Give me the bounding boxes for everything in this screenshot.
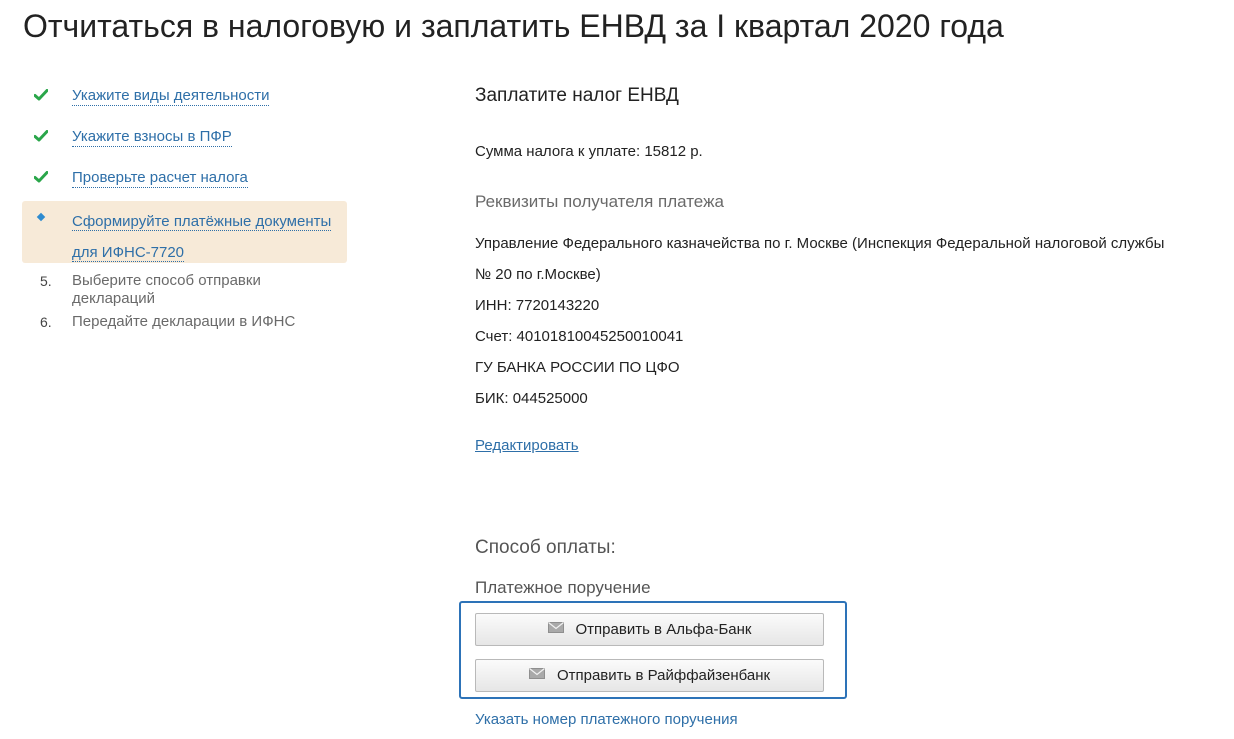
step-link-tax-check[interactable]: Проверьте расчет налога (72, 169, 248, 188)
recipient-line-1: Управление Федерального казначейства по … (475, 235, 1165, 252)
send-raiffeisen-label: Отправить в Райффайзенбанк (556, 667, 771, 684)
steps-list: Укажите виды деятельности Укажите взносы… (22, 78, 347, 345)
check-icon (34, 89, 48, 101)
step-6: 6. Передайте декларации в ИФНС (22, 304, 347, 345)
tax-sum: Сумма налога к уплате: 15812 р. (475, 143, 703, 160)
bik-value: БИК: 044525000 (475, 390, 588, 407)
order-number-link[interactable]: Указать номер платежного поручения (475, 711, 738, 728)
section-title: Заплатите налог ЕНВД (475, 85, 679, 106)
page-title: Отчитаться в налоговую и заплатить ЕНВД … (23, 8, 1004, 44)
step-link-activities[interactable]: Укажите виды деятельности (72, 87, 270, 106)
requisites-heading: Реквизиты получателя платежа (475, 192, 724, 211)
envelope-icon (528, 668, 545, 679)
edit-link[interactable]: Редактировать (475, 437, 579, 454)
send-alfa-bank-label: Отправить в Альфа-Банк (575, 621, 752, 638)
account-value: Счет: 40101810045250010041 (475, 328, 684, 345)
check-icon (34, 171, 48, 183)
bank-name: ГУ БАНКА РОССИИ ПО ЦФО (475, 359, 680, 376)
step-link-pfr[interactable]: Укажите взносы в ПФР (72, 128, 232, 147)
step-number: 5. (40, 273, 52, 289)
envelope-icon (547, 622, 564, 633)
step-2: Укажите взносы в ПФР (22, 119, 347, 160)
payment-method-heading: Способ оплаты: (475, 537, 616, 558)
step-label-send-method: Выберите способ отправки деклараций (72, 272, 261, 307)
step-3: Проверьте расчет налога (22, 160, 347, 201)
step-5: 5. Выберите способ отправки деклараций (22, 263, 347, 307)
step-link-payment-docs-line2[interactable]: для ИФНС-7720 (72, 244, 185, 262)
payment-order-label: Платежное поручение (475, 578, 651, 597)
step-label-transfer: Передайте декларации в ИФНС (72, 313, 296, 330)
step-link-payment-docs-wrap: Сформируйте платёжные документы для ИФНС… (72, 206, 342, 268)
check-icon (34, 130, 48, 142)
step-number: 6. (40, 314, 52, 330)
diamond-icon (36, 212, 46, 222)
requisites-block: Управление Федерального казначейства по … (475, 228, 1230, 414)
recipient-line-2: № 20 по г.Москве) (475, 266, 601, 283)
step-1: Укажите виды деятельности (22, 78, 347, 119)
inn-value: ИНН: 7720143220 (475, 297, 600, 314)
step-4-current: Сформируйте платёжные документы для ИФНС… (22, 201, 347, 263)
send-raiffeisen-button[interactable]: Отправить в Райффайзенбанк (475, 659, 824, 692)
send-alfa-bank-button[interactable]: Отправить в Альфа-Банк (475, 613, 824, 646)
step-link-payment-docs-line1[interactable]: Сформируйте платёжные документы (72, 213, 332, 231)
